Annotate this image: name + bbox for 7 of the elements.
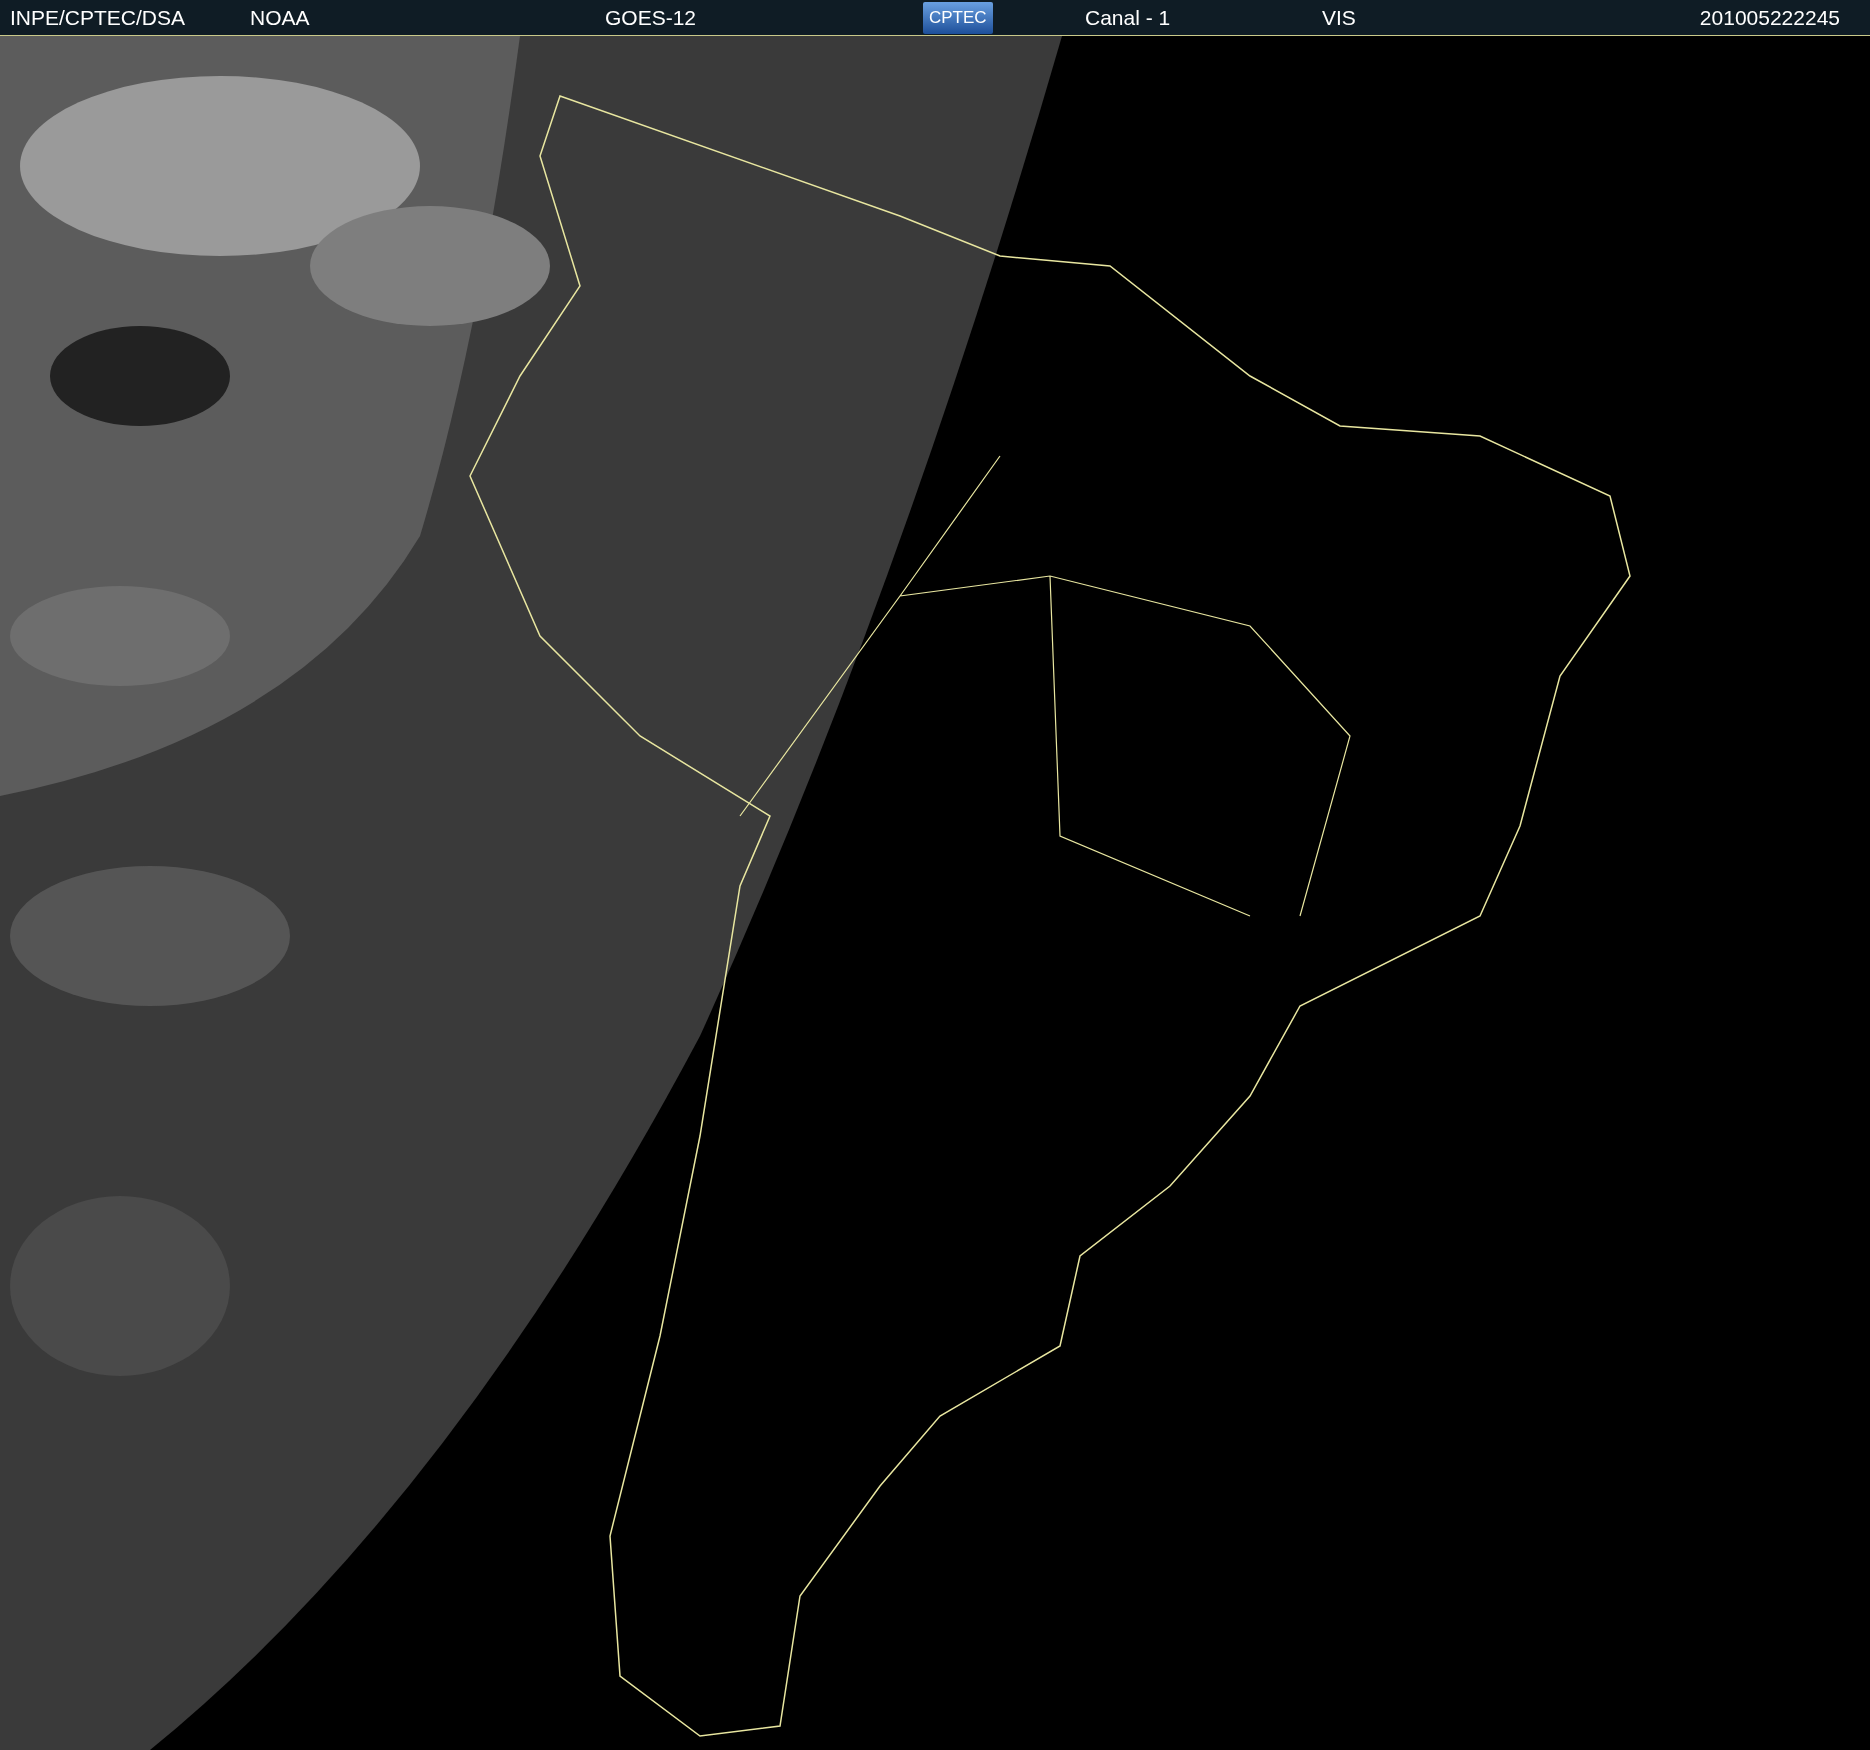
header-label: GOES-12: [605, 5, 697, 30]
header-label: Canal - 1: [1085, 5, 1171, 30]
header-label: 201005222245: [1699, 5, 1840, 30]
logo: CPTEC: [923, 1, 993, 34]
header-label: NOAA: [250, 5, 310, 30]
header-label: VIS: [1322, 5, 1356, 30]
header-label: INPE/CPTEC/DSA: [10, 5, 186, 30]
